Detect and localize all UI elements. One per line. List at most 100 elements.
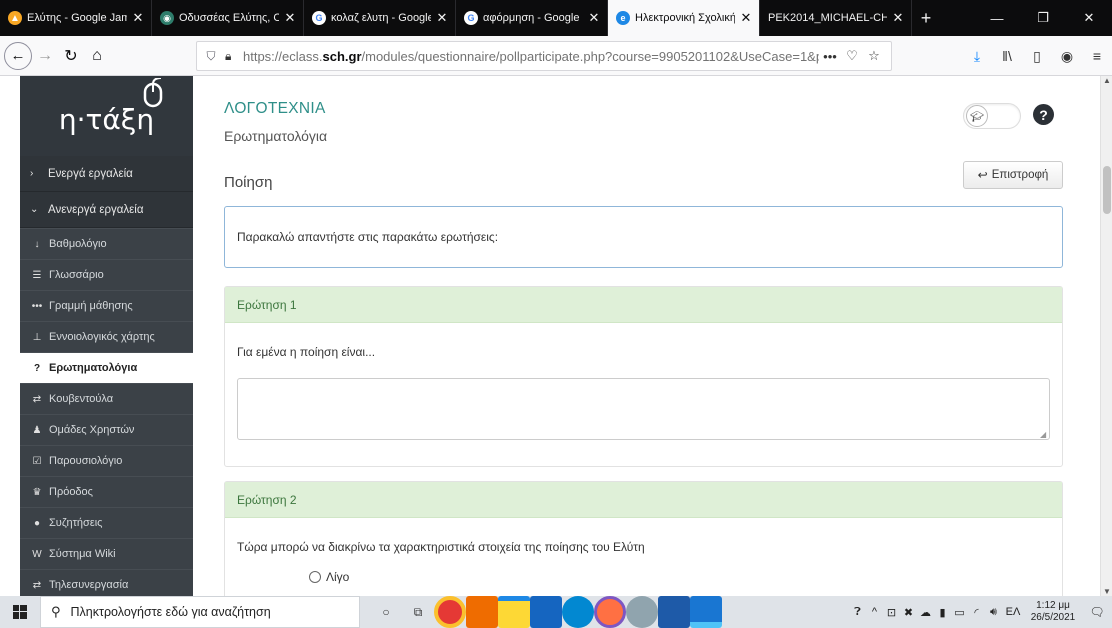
dropbox-icon[interactable]: ✖: [900, 606, 917, 619]
system-tray: ❓︎ ^ ⊡ ✖ ☁ ▮ ▭ ◜ 🔊︎ ΕΛ 1:12 μμ 26/5/2021…: [849, 596, 1112, 628]
help-tray-icon[interactable]: ❓︎: [849, 606, 866, 619]
sidebar-item-label: Γραμμή μάθησης: [49, 300, 133, 312]
sidebar-item[interactable]: ☑ Παρουσιολόγιο: [20, 445, 193, 476]
meet-now-icon[interactable]: ⊡: [883, 606, 900, 619]
radio-button[interactable]: [309, 571, 321, 583]
sidebar-item[interactable]: ⇄ Τηλεσυνεργασία: [20, 569, 193, 596]
onedrive-icon[interactable]: ☁: [917, 606, 934, 619]
sidebar-item[interactable]: ♟ Ομάδες Χρηστών: [20, 414, 193, 445]
account-icon[interactable]: ◉: [1052, 48, 1082, 65]
menu-icon[interactable]: ≡: [1082, 48, 1112, 64]
tab-title: Ελύτης - Google Jamb: [27, 12, 127, 24]
firefox-icon[interactable]: [594, 596, 626, 628]
tab-close-icon[interactable]: ✕: [283, 10, 297, 26]
language-indicator[interactable]: ΕΛ: [1002, 606, 1024, 618]
tab-close-icon[interactable]: ✕: [131, 10, 145, 26]
course-sidebar: η·τάξη › Ενεργά εργαλεία ⌄ Ανενεργά εργα…: [20, 76, 193, 596]
browser-tab[interactable]: ▲ Ελύτης - Google Jamb ✕: [0, 0, 152, 36]
tab-close-icon[interactable]: ✕: [891, 10, 905, 26]
lock-icon[interactable]: 🔒︎: [225, 49, 239, 64]
course-title[interactable]: ΛΟΓΟΤΕΧΝΙΑ: [224, 100, 326, 118]
reload-icon[interactable]: ↻: [58, 43, 84, 69]
usb-icon[interactable]: ▮: [934, 606, 951, 619]
pocket-icon[interactable]: ♡: [841, 48, 863, 64]
page-actions-icon[interactable]: •••: [819, 49, 841, 64]
edge-icon[interactable]: [562, 596, 594, 628]
tab-close-icon[interactable]: ✕: [587, 10, 601, 26]
ellipsis-icon: •••: [31, 300, 43, 312]
sidebar-item[interactable]: ⊥ Εννοιολογικός χάρτης: [20, 321, 193, 352]
sidebar-item-label: Βαθμολόγιο: [49, 238, 107, 250]
sidebar-item[interactable]: ⇄ Κουβεντούλα: [20, 383, 193, 414]
sidebar-item[interactable]: ☰ Γλωσσάριο: [20, 259, 193, 290]
sidebar-item[interactable]: ♛ Πρόοδος: [20, 476, 193, 507]
photos-icon[interactable]: [690, 596, 722, 628]
eclass-favicon-icon: e: [616, 11, 630, 25]
check-square-icon: ☑: [32, 455, 42, 467]
eclass-logo[interactable]: η·τάξη: [20, 76, 193, 156]
help-icon[interactable]: ?: [1033, 104, 1054, 125]
notifications-icon[interactable]: 🗨︎: [1082, 605, 1112, 619]
browser-tab-strip: ▲ Ελύτης - Google Jamb ✕ ◉ Οδυσσέας Ελύτ…: [0, 0, 1112, 36]
browser-tab[interactable]: G κολαζ ελυτη - Google ✕: [304, 0, 456, 36]
sidebar-toggle-icon[interactable]: ▯: [1022, 48, 1052, 65]
url-text[interactable]: https://eclass.sch.gr/modules/questionna…: [243, 49, 819, 64]
bookmark-star-icon[interactable]: ☆: [863, 48, 885, 64]
browser-tab[interactable]: ◉ Οδυσσέας Ελύτης, Ο ε ✕: [152, 0, 304, 36]
scroll-up-icon[interactable]: ▲: [1101, 76, 1112, 85]
url-bar[interactable]: ⛉ 🔒︎ https://eclass.sch.gr/modules/quest…: [196, 41, 892, 71]
tracking-shield-icon[interactable]: ⛉: [203, 49, 219, 64]
library-icon[interactable]: ‖\: [992, 48, 1022, 64]
student-view-toggle[interactable]: 🎓︎: [963, 103, 1021, 129]
download-icon[interactable]: ⤓: [962, 48, 992, 65]
sidebar-item[interactable]: ? Ερωτηματολόγια: [20, 352, 193, 383]
new-tab-icon[interactable]: +: [912, 0, 940, 36]
chrome-icon[interactable]: [434, 596, 466, 628]
wifi-icon[interactable]: ◜: [968, 606, 985, 619]
task-view-icon[interactable]: ⧉: [402, 596, 434, 628]
sidebar-item-label: Τηλεσυνεργασία: [49, 579, 129, 591]
page-scrollbar[interactable]: ▲ ▼: [1100, 76, 1112, 596]
tab-close-icon[interactable]: ✕: [739, 10, 753, 26]
file-explorer-icon[interactable]: [498, 596, 530, 628]
sidebar-section-active-tools[interactable]: › Ενεργά εργαλεία: [20, 156, 193, 192]
resize-grip-icon[interactable]: ◢: [1040, 430, 1046, 439]
back-icon[interactable]: ←: [4, 41, 32, 70]
sidebar-item-label: Συζητήσεις: [49, 517, 103, 529]
tray-chevron-up-icon[interactable]: ^: [866, 606, 883, 618]
word-icon[interactable]: [658, 596, 690, 628]
home-icon[interactable]: ⌂: [84, 43, 110, 69]
sidebar-item[interactable]: W Σύστημα Wiki: [20, 538, 193, 569]
scrollbar-thumb[interactable]: [1103, 166, 1111, 214]
sidebar-section-inactive-tools[interactable]: ⌄ Ανενεργά εργαλεία: [20, 192, 193, 228]
paint-icon[interactable]: [626, 596, 658, 628]
taskbar-clock[interactable]: 1:12 μμ 26/5/2021: [1024, 600, 1082, 624]
scroll-down-icon[interactable]: ▼: [1101, 587, 1112, 596]
restore-icon[interactable]: ❐: [1020, 0, 1066, 36]
back-button[interactable]: ↩ Επιστροφή: [963, 161, 1063, 189]
cortana-icon[interactable]: ○: [370, 596, 402, 628]
outlook-icon[interactable]: [530, 596, 562, 628]
answer-textarea[interactable]: [237, 378, 1050, 440]
forward-icon[interactable]: →: [32, 43, 58, 69]
browser-tab-active[interactable]: e Ηλεκτρονική Σχολική ✕: [608, 0, 760, 36]
browser-tab[interactable]: G αφόρμηση - Google S ✕: [456, 0, 608, 36]
sidebar-item[interactable]: ● Συζητήσεις: [20, 507, 193, 538]
back-button-label: Επιστροφή: [991, 169, 1049, 181]
browser-tab[interactable]: PEK2014_MICHAEL-CHRYS ✕: [760, 0, 912, 36]
tab-title: PEK2014_MICHAEL-CHRYS: [768, 12, 887, 24]
close-window-icon[interactable]: ✕: [1066, 0, 1112, 36]
store-icon[interactable]: [466, 596, 498, 628]
tab-close-icon[interactable]: ✕: [435, 10, 449, 26]
battery-icon[interactable]: ▭: [951, 606, 968, 619]
taskbar-search[interactable]: ⚲ Πληκτρολογήστε εδώ για αναζήτηση: [40, 596, 360, 628]
minimize-icon[interactable]: —: [974, 0, 1020, 36]
sidebar-item[interactable]: ↓ Βαθμολόγιο: [20, 228, 193, 259]
sidebar-item-label: Σύστημα Wiki: [49, 548, 116, 560]
tab-title: αφόρμηση - Google S: [483, 12, 583, 24]
volume-icon[interactable]: 🔊︎: [985, 606, 1002, 619]
radio-option[interactable]: Λίγο: [309, 570, 349, 584]
sidebar-item[interactable]: ••• Γραμμή μάθησης: [20, 290, 193, 321]
question-icon: ?: [33, 362, 41, 374]
start-button[interactable]: [0, 596, 40, 628]
